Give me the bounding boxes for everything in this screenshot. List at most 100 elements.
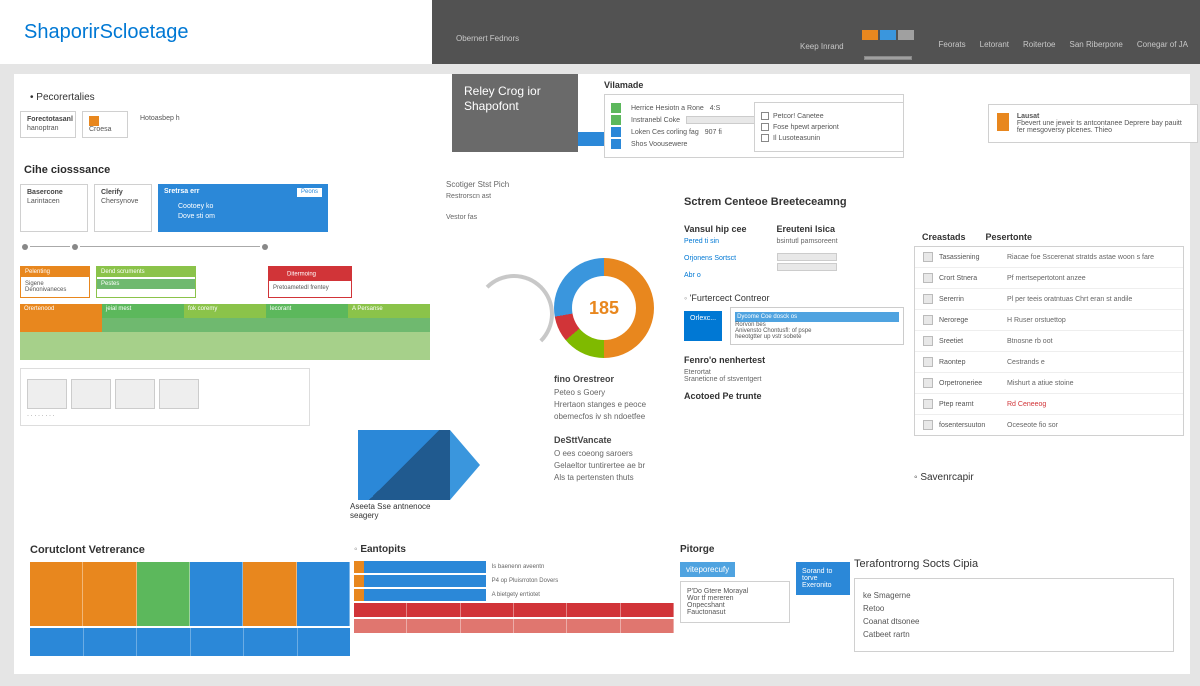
list-item[interactable]: Coanat dtsonee <box>863 617 1165 626</box>
sub-header: viteporecufy <box>680 562 735 577</box>
square-icon <box>164 201 174 211</box>
cell: Crort Stnera <box>939 275 1001 282</box>
row-value: 4:S <box>710 105 721 112</box>
chip-blue[interactable] <box>880 30 896 40</box>
chip-orange[interactable] <box>862 30 878 40</box>
strip-cell[interactable] <box>243 562 296 626</box>
bar-seg <box>364 561 486 573</box>
left-column: Pecorertalies Forectotasanl hanoptran Cr… <box>20 92 430 426</box>
card-head: Pelenting <box>21 267 89 277</box>
row-icon <box>923 420 933 430</box>
thumbnail[interactable] <box>71 379 111 409</box>
color-band <box>20 318 430 332</box>
list-item[interactable]: Onpecshant <box>687 602 783 609</box>
card-line: Pretoametedl frentey <box>269 281 351 295</box>
bottom-center: ◦ Eantopits Is baenenn aveentn P4 op Plu… <box>354 544 674 635</box>
step-dot <box>262 244 268 250</box>
top-nav: Feorats Letorant Roitertoe San Riberpone… <box>939 40 1188 49</box>
list-item[interactable]: Catbeet rartn <box>863 630 1165 639</box>
nav-item[interactable]: Feorats <box>939 40 966 49</box>
mini-card[interactable]: Clerify Chersynove <box>94 184 152 232</box>
thumbnail[interactable] <box>159 379 199 409</box>
card-line: Dove sti om <box>178 213 215 220</box>
action-box[interactable]: Sorand to torve Exeronito <box>796 562 850 595</box>
strip-cell[interactable] <box>83 562 136 626</box>
table-row[interactable]: Crort StneraPf mertsepertotont anzee <box>915 268 1183 289</box>
section-title: Pitorge <box>680 544 900 555</box>
server-label: Savenrcapir <box>914 472 974 483</box>
sub-title: Vansul hip cee <box>684 224 747 234</box>
sub-text: Sraneticne of stsventgert <box>684 376 904 383</box>
bar-row: P4 op Pluisrroton Dovers <box>354 575 674 587</box>
strip-cell[interactable] <box>190 562 243 626</box>
row-icon <box>923 336 933 346</box>
green-card[interactable]: Dend scruments Pestes <box>96 266 196 298</box>
strip-cell <box>137 628 191 656</box>
bar-label: Is baenenn aveentn <box>486 564 674 570</box>
band-cell: lecorant <box>266 304 348 318</box>
strip-cell[interactable] <box>297 562 350 626</box>
table-row[interactable]: NeroregeH Ruser orstuettop <box>915 310 1183 331</box>
nav-item[interactable]: Roitertoe <box>1023 40 1055 49</box>
card-badge[interactable]: Peons <box>297 188 322 197</box>
mini-card[interactable]: Forectotasanl hanoptran <box>20 111 76 138</box>
bar-seg <box>364 575 486 587</box>
blue-block[interactable]: Sretrsa err Peons Cootoey ko Dove sti om <box>158 184 328 232</box>
cell: Oceseote fio sor <box>1007 422 1175 429</box>
section-title: Terafontrorng Socts Cipia <box>854 558 1174 570</box>
note-icon <box>997 113 1009 131</box>
card-line: Larintacen <box>27 198 81 205</box>
mini-card[interactable]: Basercone Larintacen <box>20 184 88 232</box>
list-item[interactable]: ke Smagerne <box>863 591 1165 600</box>
band-cell <box>348 332 430 360</box>
thumbnail[interactable] <box>115 379 155 409</box>
strip-cell[interactable] <box>30 562 83 626</box>
step-dot <box>72 244 78 250</box>
feature-line: Als ta pertensten thuts <box>554 473 684 482</box>
row-icon <box>923 399 933 409</box>
table-row[interactable]: SreetietBtnosne rb oot <box>915 331 1183 352</box>
band-cell <box>266 332 348 360</box>
featured-card[interactable]: Dycome Coe dosck os Rorvon bes Anivensto… <box>730 307 904 345</box>
list-item[interactable]: Wor tf mereren <box>687 595 783 602</box>
thumbnail[interactable] <box>27 379 67 409</box>
list-item[interactable]: Fauctonasut <box>687 609 783 616</box>
mini-bar <box>686 116 756 124</box>
table-row[interactable]: Ptep rearntRd Ceneeog <box>915 394 1183 415</box>
table-row[interactable]: SererrinPl per teeis oratntuas Chrt eran… <box>915 289 1183 310</box>
nav-item[interactable]: San Riberpone <box>1069 40 1122 49</box>
top-bar-left: ShaporirScloetage <box>0 0 432 64</box>
strip-cell <box>84 628 138 656</box>
bar-row: A bietgety errtiotet <box>354 589 674 601</box>
chip-gray[interactable] <box>898 30 914 40</box>
orange-card[interactable]: Pelenting Sigene Denonivaneces <box>20 266 90 298</box>
link[interactable]: Abr o <box>684 272 747 279</box>
table-row[interactable]: fosentersuutonOceseote fio sor <box>915 415 1183 435</box>
panel-title: Sctrem Centeoe Breeteceamng <box>684 196 904 208</box>
donut-chart <box>554 258 654 358</box>
feature-title: fino Orestreor <box>554 374 684 384</box>
featured-button[interactable]: Orlexc... <box>684 311 722 341</box>
cell: Ptep rearnt <box>939 401 1001 408</box>
nav-item[interactable]: Letorant <box>980 40 1009 49</box>
red-card[interactable]: Ditermoing Pretoametedl frentey <box>268 266 352 298</box>
red-row <box>354 619 674 633</box>
app-logo: ShaporirScloetage <box>24 21 189 44</box>
sub-title: Ereuteni lsica <box>777 224 838 234</box>
center-label: Scotiger Stst Pich <box>446 180 686 189</box>
section-title: Corutclont Vetrerance <box>30 544 350 556</box>
connector <box>80 246 260 247</box>
box-icon <box>761 123 769 131</box>
top-subtitle: Obernert Fednors <box>456 34 519 43</box>
link[interactable]: Orjonens Sortsct <box>684 255 747 262</box>
list-item[interactable]: P'Do Gtere Morayal <box>687 588 783 595</box>
band-cell: Orertenood <box>20 304 102 318</box>
table-row[interactable]: OrpetronerieeMishurt a atiue stoine <box>915 373 1183 394</box>
nav-item[interactable]: Conegar of JA <box>1137 40 1188 49</box>
table-row[interactable]: TasassieningRiacae foe Sscerenat stratds… <box>915 247 1183 268</box>
link[interactable]: Pered ti sin <box>684 238 747 245</box>
mini-card[interactable]: Croesa <box>82 111 128 138</box>
list-item[interactable]: Retoo <box>863 604 1165 613</box>
table-row[interactable]: RaontepCestrands e <box>915 352 1183 373</box>
strip-cell[interactable] <box>137 562 190 626</box>
